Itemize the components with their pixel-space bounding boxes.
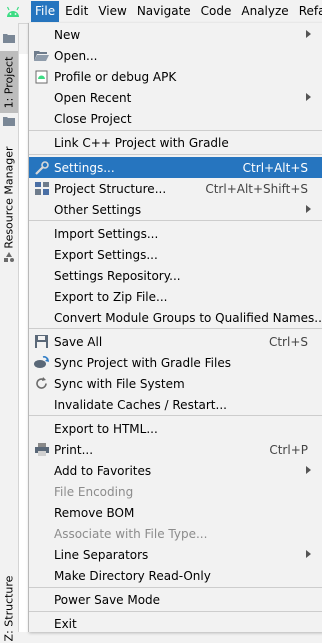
menu-item-project-structure[interactable]: Project Structure... Ctrl+Alt+Shift+S <box>29 178 322 199</box>
menu-refactor[interactable]: Refac <box>295 1 322 22</box>
open-folder-icon <box>34 48 49 63</box>
menu-separator <box>29 611 322 612</box>
menu-item-remove-bom[interactable]: Remove BOM <box>29 502 322 523</box>
menu-item-open[interactable]: Open... <box>29 45 322 66</box>
gradle-sync-icon <box>34 355 49 370</box>
menu-item-other-settings[interactable]: Other Settings <box>29 199 322 220</box>
tab-project[interactable]: 1: Project <box>0 51 18 113</box>
menu-item-make-readonly[interactable]: Make Directory Read-Only <box>29 565 322 586</box>
menu-item-settings-repository[interactable]: Settings Repository... <box>29 265 322 286</box>
menu-item-invalidate-caches[interactable]: Invalidate Caches / Restart... <box>29 394 322 415</box>
refresh-icon <box>34 376 49 391</box>
project-structure-icon <box>34 181 49 196</box>
menu-item-save-all[interactable]: Save All Ctrl+S <box>29 331 322 352</box>
menu-item-line-separators[interactable]: Line Separators <box>29 544 322 565</box>
menu-separator <box>29 220 322 221</box>
menu-separator <box>29 328 322 329</box>
submenu-arrow-icon <box>306 550 311 558</box>
file-menu: New Open... Profile or debug APK Open Re… <box>28 23 322 632</box>
menu-item-new[interactable]: New <box>29 24 322 45</box>
menu-separator <box>29 587 322 588</box>
apk-icon <box>34 69 49 84</box>
resource-icon <box>3 251 15 262</box>
folder-icon <box>3 32 15 43</box>
submenu-arrow-icon <box>306 93 311 101</box>
menu-file[interactable]: File <box>31 1 60 22</box>
menu-edit[interactable]: Edit <box>61 1 92 22</box>
menu-item-associate-file-type: Associate with File Type... <box>54 526 208 541</box>
tab-resource-manager[interactable]: Resource Manager <box>0 145 18 249</box>
tab-structure[interactable]: Z: Structure <box>0 573 18 643</box>
menu-item-export-html[interactable]: Export to HTML... <box>29 418 322 439</box>
menu-analyze[interactable]: Analyze <box>237 1 292 22</box>
submenu-arrow-icon <box>306 466 311 474</box>
android-studio-logo-icon <box>5 4 21 20</box>
menu-item-file-encoding: File Encoding <box>54 484 134 499</box>
menu-item-print[interactable]: Print... Ctrl+P <box>29 439 322 460</box>
wrench-icon <box>34 160 49 175</box>
menu-separator <box>29 415 322 416</box>
menu-navigate[interactable]: Navigate <box>133 1 195 22</box>
menubar: File Edit View Navigate Code Analyze Ref… <box>0 0 322 24</box>
menu-item-link-cpp[interactable]: Link C++ Project with Gradle <box>29 132 322 153</box>
menu-item-profile-apk[interactable]: Profile or debug APK <box>29 66 322 87</box>
submenu-arrow-icon <box>306 205 311 213</box>
menu-separator <box>29 154 322 155</box>
menu-item-sync-filesystem[interactable]: Sync with File System <box>29 373 322 394</box>
left-tool-strip: 1: Project Resource Manager Z: Structure <box>0 23 19 641</box>
menu-item-export-settings[interactable]: Export Settings... <box>29 244 322 265</box>
menu-separator <box>29 130 322 131</box>
menu-code[interactable]: Code <box>197 1 236 22</box>
menu-item-export-zip[interactable]: Export to Zip File... <box>29 286 322 307</box>
printer-icon <box>34 442 49 457</box>
menu-item-convert-module-groups[interactable]: Convert Module Groups to Qualified Names… <box>29 307 322 328</box>
menu-item-sync-gradle[interactable]: Sync Project with Gradle Files <box>29 352 322 373</box>
menu-item-power-save[interactable]: Power Save Mode <box>29 589 322 610</box>
menu-item-open-recent[interactable]: Open Recent <box>29 87 322 108</box>
menu-item-add-favorites[interactable]: Add to Favorites <box>29 460 322 481</box>
menu-view[interactable]: View <box>94 1 130 22</box>
folder-icon <box>3 115 15 126</box>
save-icon <box>34 334 49 349</box>
menu-item-exit[interactable]: Exit <box>29 613 322 634</box>
menu-item-close-project[interactable]: Close Project <box>29 108 322 129</box>
menu-item-import-settings[interactable]: Import Settings... <box>29 223 322 244</box>
submenu-arrow-icon <box>306 30 311 38</box>
menu-item-settings[interactable]: Settings... Ctrl+Alt+S <box>29 157 322 178</box>
